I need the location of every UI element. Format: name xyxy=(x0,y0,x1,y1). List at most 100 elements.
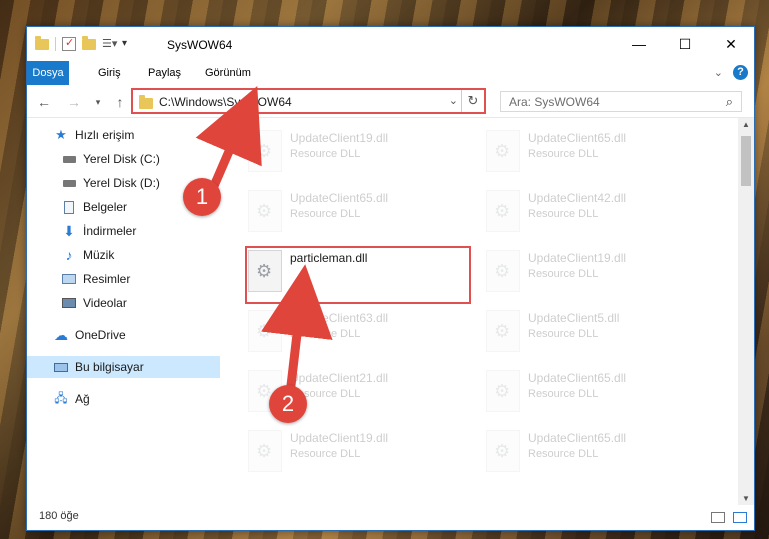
file-name: UpdateClient19.dll xyxy=(290,431,389,445)
sidebar-item-label: Yerel Disk (C:) xyxy=(83,152,160,166)
file-type: Resource DLL xyxy=(528,148,599,160)
star-icon: ★ xyxy=(55,127,67,142)
file-type: Resource DLL xyxy=(290,448,361,460)
tab-home[interactable]: Giriş xyxy=(87,61,132,85)
tab-view[interactable]: Görünüm xyxy=(194,61,262,85)
status-bar: 180 öğe xyxy=(27,505,754,530)
dll-file-icon xyxy=(486,430,520,472)
close-button[interactable]: ✕ xyxy=(708,27,754,61)
file-name: UpdateClient65.dll xyxy=(528,131,627,145)
refresh-icon[interactable]: ↻ xyxy=(461,90,484,112)
dll-file-icon xyxy=(486,250,520,292)
up-arrow-icon[interactable]: ↑ xyxy=(111,93,129,111)
properties-icon[interactable]: ✓ xyxy=(62,37,76,51)
scroll-thumb[interactable] xyxy=(741,136,751,186)
network-icon: 🖧 xyxy=(54,390,68,405)
item-count: 180 öğe xyxy=(39,510,79,522)
title-bar: ✓ ☰▾ ▾ SysWOW64 — ☐ ✕ xyxy=(27,27,754,61)
vertical-scrollbar[interactable]: ▲ ▼ xyxy=(738,118,754,505)
scroll-down-icon[interactable]: ▼ xyxy=(738,494,754,503)
file-item[interactable]: UpdateClient65.dll Resource DLL xyxy=(478,422,708,480)
file-type: Resource DLL xyxy=(528,208,599,220)
cloud-icon: ☁ xyxy=(54,326,68,343)
toolbar-divider xyxy=(55,37,56,51)
sidebar-item-label: Müzik xyxy=(83,248,115,262)
sidebar-item-label: İndirmeler xyxy=(83,224,137,238)
search-placeholder[interactable]: Ara: SysWOW64 xyxy=(509,95,600,109)
sidebar-item-quick-access[interactable]: ★ Hızlı erişim xyxy=(27,124,246,146)
sidebar-item-label: Bu bilgisayar xyxy=(75,360,144,374)
help-icon[interactable]: ? xyxy=(733,65,748,80)
forward-arrow-icon[interactable]: → xyxy=(65,93,83,111)
sidebar-item-this-pc[interactable]: Bu bilgisayar xyxy=(27,356,220,378)
new-folder-icon[interactable] xyxy=(82,35,96,50)
folder-icon xyxy=(139,95,153,109)
minimize-button[interactable]: — xyxy=(616,27,662,61)
file-type: Resource DLL xyxy=(528,268,599,280)
callout-2: 2 xyxy=(269,385,307,423)
file-item[interactable]: UpdateClient19.dll Resource DLL xyxy=(240,422,470,480)
file-name: UpdateClient21.dll xyxy=(290,371,389,385)
navigation-row: ← → ▾ ↑ C:\Windows\SysWOW64 ⌄ ↻ Ara: Sys… xyxy=(27,87,754,118)
scroll-up-icon[interactable]: ▲ xyxy=(738,120,754,129)
file-item[interactable]: UpdateClient63.dll Resource DLL xyxy=(240,302,470,360)
search-icon[interactable]: ⌕ xyxy=(726,94,733,110)
file-item[interactable]: UpdateClient65.dll Resource DLL xyxy=(478,122,708,180)
ribbon-right-controls: ⌄ ? xyxy=(714,65,748,80)
pictures-icon xyxy=(61,272,77,286)
quick-access-toolbar: ✓ ☰▾ ▾ xyxy=(35,35,136,51)
drive-icon xyxy=(61,152,77,166)
dll-file-icon xyxy=(248,430,282,472)
file-name: UpdateClient19.dll xyxy=(528,251,627,265)
file-type: Resource DLL xyxy=(290,148,361,160)
sidebar-item-label: Resimler xyxy=(83,272,131,286)
large-icons-view-icon[interactable] xyxy=(733,512,747,523)
sidebar-item-label: Belgeler xyxy=(83,200,128,214)
file-item[interactable]: UpdateClient19.dll Resource DLL xyxy=(478,242,708,300)
file-name: UpdateClient65.dll xyxy=(528,371,627,385)
sidebar-item-network[interactable]: 🖧 Ağ xyxy=(27,388,246,410)
window-title: SysWOW64 xyxy=(167,38,233,52)
file-type: Resource DLL xyxy=(528,388,599,400)
file-item[interactable]: UpdateClient19.dll Resource DLL xyxy=(240,122,470,180)
tab-file[interactable]: Dosya xyxy=(27,61,69,85)
dll-file-icon xyxy=(248,190,282,232)
sidebar-item-label: OneDrive xyxy=(75,328,126,342)
download-icon: ⬇ xyxy=(63,222,75,239)
file-item[interactable]: UpdateClient65.dll Resource DLL xyxy=(478,362,708,420)
file-name: UpdateClient65.dll xyxy=(528,431,627,445)
sidebar-item-label: Yerel Disk (D:) xyxy=(83,176,160,190)
maximize-button[interactable]: ☐ xyxy=(662,27,708,61)
sidebar-item-onedrive[interactable]: ☁ OneDrive xyxy=(27,324,246,346)
callout-1: 1 xyxy=(183,178,221,216)
expand-ribbon-icon[interactable]: ⌄ xyxy=(714,66,723,79)
file-item[interactable]: UpdateClient5.dll Resource DLL xyxy=(478,302,708,360)
music-icon: ♪ xyxy=(65,247,73,263)
file-type: Resource DLL xyxy=(528,328,599,340)
file-type: Resource DLL xyxy=(290,328,361,340)
sidebar-item-label: Hızlı erişim xyxy=(75,128,135,142)
dll-file-icon xyxy=(486,310,520,352)
address-bar[interactable]: C:\Windows\SysWOW64 ⌄ ↻ xyxy=(131,88,486,114)
file-item[interactable]: UpdateClient42.dll Resource DLL xyxy=(478,182,708,240)
file-name: UpdateClient63.dll xyxy=(290,311,389,325)
folder-icon xyxy=(35,35,49,50)
file-name: UpdateClient65.dll xyxy=(290,191,389,205)
navigation-pane: ★ Hızlı erişim Yerel Disk (C:) 📌 Yerel D… xyxy=(27,122,248,505)
recent-locations-icon[interactable]: ▾ xyxy=(89,93,107,111)
file-item[interactable]: UpdateClient65.dll Resource DLL xyxy=(240,182,470,240)
file-list: UpdateClient19.dll Resource DLL UpdateCl… xyxy=(220,118,738,505)
file-type: Resource DLL xyxy=(528,448,599,460)
chevron-down-icon[interactable]: ▾ xyxy=(122,37,136,51)
dll-file-icon xyxy=(486,190,520,232)
address-path[interactable]: C:\Windows\SysWOW64 xyxy=(159,95,292,109)
file-type: Resource DLL xyxy=(290,208,361,220)
tab-share[interactable]: Paylaş xyxy=(137,61,192,85)
details-view-icon[interactable] xyxy=(711,512,725,523)
ribbon-tabs: Dosya Giriş Paylaş Görünüm ⌄ ? xyxy=(27,61,754,85)
chevron-down-icon[interactable]: ⌄ xyxy=(449,94,458,107)
search-input[interactable]: Ara: SysWOW64 ⌕ xyxy=(500,91,742,112)
dll-file-icon xyxy=(486,130,520,172)
back-arrow-icon[interactable]: ← xyxy=(35,93,53,111)
customize-toolbar-icon[interactable]: ☰▾ xyxy=(102,37,117,51)
